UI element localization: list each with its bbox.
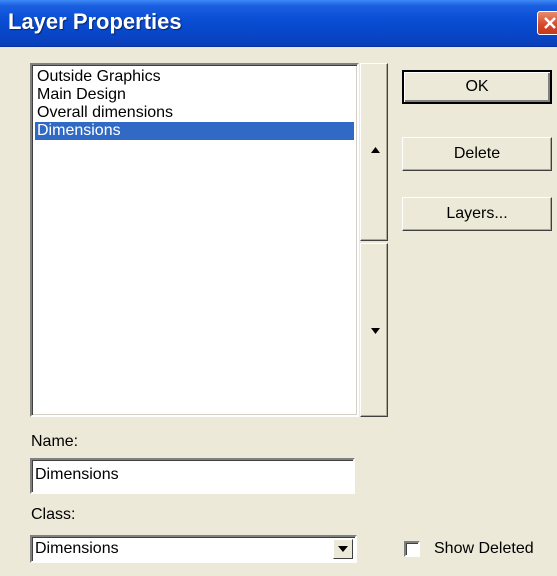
list-item[interactable]: Overall dimensions [35, 104, 354, 122]
layers-button[interactable]: Layers... [402, 197, 552, 231]
class-label: Class: [31, 506, 76, 523]
triangle-up-icon [371, 147, 380, 153]
class-dropdown[interactable]: Dimensions [30, 535, 357, 563]
close-icon [544, 17, 556, 29]
list-item-selected[interactable]: Dimensions [35, 122, 354, 140]
name-field[interactable]: Dimensions [30, 458, 355, 494]
ok-button[interactable]: OK [402, 70, 552, 104]
move-down-button[interactable] [360, 243, 388, 417]
list-item[interactable]: Main Design [35, 86, 354, 104]
title-bar[interactable]: Layer Properties [0, 0, 557, 47]
delete-button[interactable]: Delete [402, 137, 552, 171]
class-dropdown-value: Dimensions [35, 540, 119, 557]
move-up-button[interactable] [360, 63, 388, 241]
show-deleted-checkbox[interactable] [404, 541, 420, 557]
show-deleted-label[interactable]: Show Deleted [434, 540, 534, 558]
close-button[interactable] [537, 11, 557, 35]
list-item[interactable]: Outside Graphics [35, 68, 354, 86]
chevron-down-icon [338, 546, 348, 552]
name-label: Name: [31, 433, 79, 450]
triangle-down-icon [371, 328, 380, 334]
class-dropdown-button[interactable] [333, 539, 353, 559]
layers-listbox[interactable]: Outside Graphics Main Design Overall dim… [30, 63, 359, 417]
window-title: Layer Properties [8, 9, 182, 34]
